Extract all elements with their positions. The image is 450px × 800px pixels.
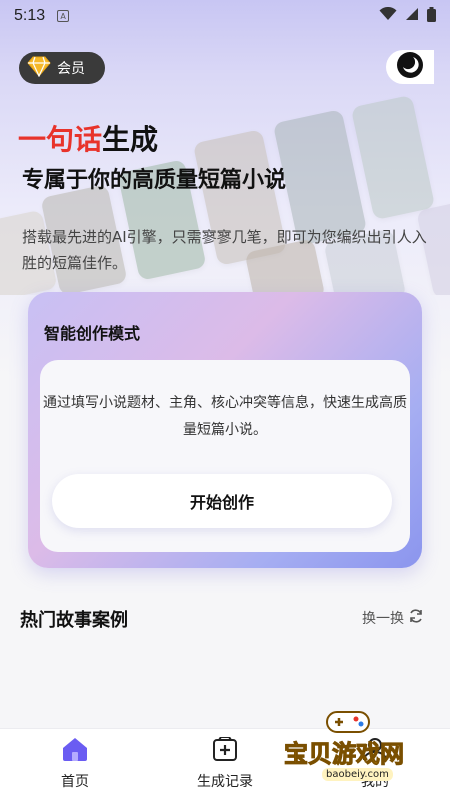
card-title: 智能创作模式 (44, 324, 141, 343)
wifi-icon (379, 6, 397, 25)
notification-icon: A (57, 10, 70, 22)
page-subtitle: 专属于你的高质量短篇小说 (22, 168, 287, 193)
watermark-text: 宝贝游戏网 (284, 740, 405, 769)
refresh-label: 换一换 (362, 611, 404, 627)
intro-text: 搭载最先进的AI引擎，只需寥寥几笔，即可为您编织出引人入胜的短篇佳作。 (22, 228, 427, 272)
member-button[interactable]: 会员 (19, 52, 105, 84)
refresh-button[interactable]: 换一换 (362, 608, 424, 628)
tab-home[interactable]: 首页 (20, 737, 130, 795)
card-description: 通过填写小说题材、主角、核心冲突等信息，快速生成高质量短篇小说。 (43, 395, 407, 438)
headline-rest: 生成 (102, 123, 159, 156)
smart-creation-card: 智能创作模式 通过填写小说题材、主角、核心冲突等信息，快速生成高质量短篇小说。 … (28, 292, 422, 568)
tab-records[interactable]: 生成记录 (170, 736, 280, 795)
home-icon (62, 737, 88, 765)
status-bar: 5:13 A (0, 0, 450, 32)
card-inner-panel: 通过填写小说题材、主角、核心冲突等信息，快速生成高质量短篇小说。 开始创作 (40, 360, 410, 552)
watermark-url: baobeiy.com (322, 768, 393, 781)
hot-stories-title: 热门故事案例 (20, 610, 128, 631)
signal-icon (405, 7, 419, 25)
tab-label: 首页 (61, 774, 89, 790)
battery-icon (427, 6, 436, 26)
cover-thumbnail (350, 95, 436, 221)
moon-icon (395, 50, 425, 84)
start-creation-button[interactable]: 开始创作 (52, 474, 392, 528)
add-record-icon (212, 736, 238, 765)
theme-toggle-button[interactable] (386, 50, 434, 84)
page-headline: 一句话生成 (18, 118, 158, 158)
member-label: 会员 (57, 61, 85, 77)
diamond-icon (27, 55, 51, 81)
headline-accent: 一句话 (18, 123, 103, 156)
refresh-icon (408, 608, 424, 628)
status-time: 5:13 (14, 7, 46, 24)
tab-label: 生成记录 (197, 774, 253, 790)
watermark: 宝贝游戏网 baobeiy.com (270, 700, 430, 790)
